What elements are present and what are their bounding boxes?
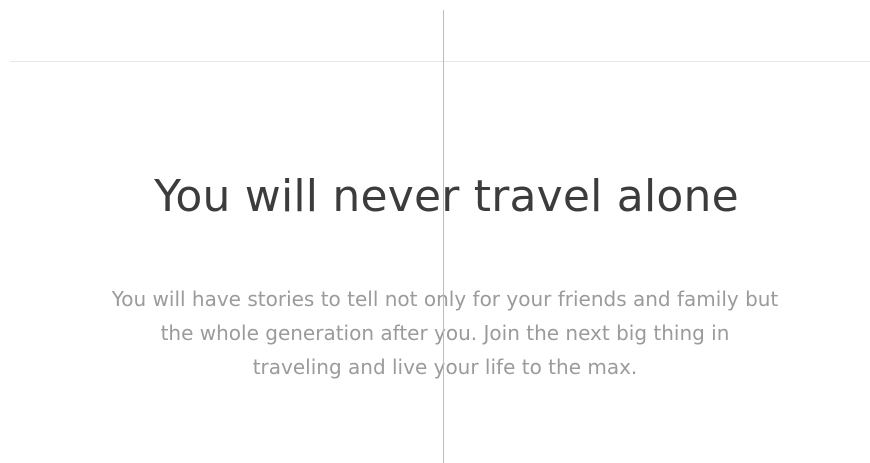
hero-paragraph-line-2: the whole generation after you. Join the… — [160, 321, 730, 345]
hero-paragraph-line-1: You will have stories to tell not only f… — [111, 287, 779, 311]
hero-paragraph-line-3: traveling and live your life to the max. — [252, 355, 638, 379]
vertical-guide-line — [443, 10, 444, 463]
hero-title: You will never travel alone — [154, 171, 739, 222]
hero-section: You will never travel alone You will hav… — [0, 0, 870, 463]
hero-paragraph: You will have stories to tell not only f… — [60, 282, 830, 384]
